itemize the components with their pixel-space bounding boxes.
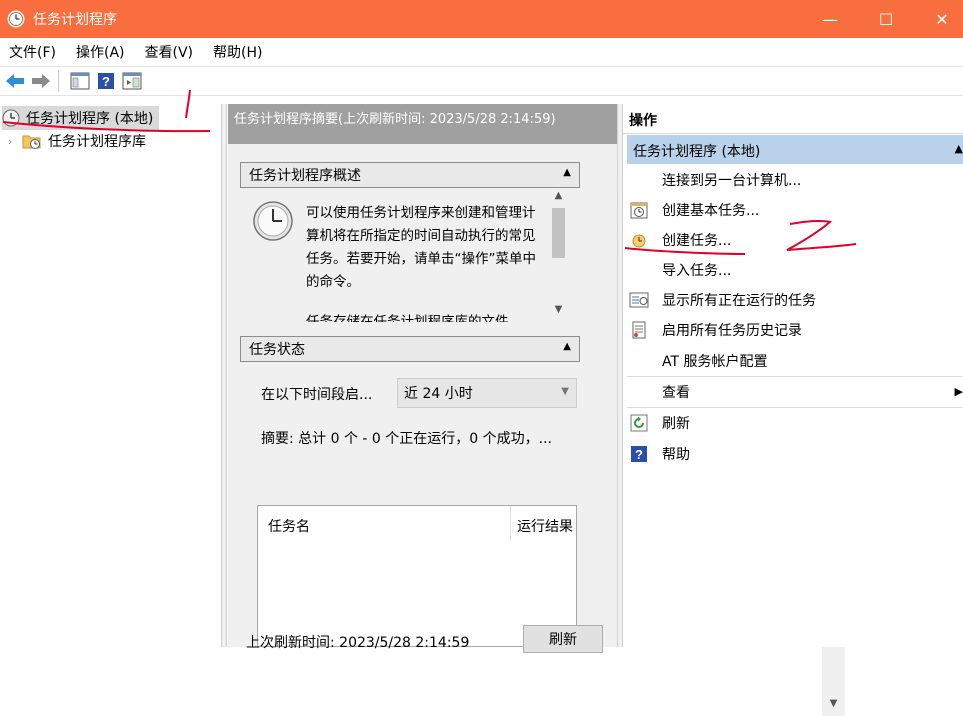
action-label: 帮助 bbox=[662, 446, 690, 463]
tree-item-label: 任务计划程序库 bbox=[48, 134, 146, 150]
summary-header: 任务计划程序摘要(上次刷新时间: 2023/5/28 2:14:59) bbox=[228, 104, 617, 144]
action-create-basic-task[interactable]: 创建基本任务... bbox=[627, 195, 963, 224]
menu-action[interactable]: 操作(A) bbox=[66, 42, 135, 62]
actions-title: 操作 bbox=[623, 104, 963, 134]
action-view[interactable]: 查看 ▶ bbox=[627, 377, 963, 406]
action-pane-icon bbox=[122, 72, 142, 90]
overview-section-header[interactable]: 任务计划程序概述 ▲ bbox=[240, 162, 580, 188]
column-header-task-name[interactable]: 任务名 bbox=[268, 516, 310, 536]
action-label: 创建基本任务... bbox=[662, 202, 760, 219]
clock-icon bbox=[7, 10, 25, 28]
tree-item-task-library[interactable]: › 任务计划程序库 bbox=[8, 129, 146, 153]
menu-bar: 文件(F) 操作(A) 查看(V) 帮助(H) bbox=[0, 38, 963, 66]
overview-text: 可以使用任务计划程序来创建和管理计算机将在所指定的时间自动执行的常见任务。若要开… bbox=[306, 205, 536, 290]
console-tree-icon bbox=[70, 72, 90, 90]
action-at-service-config[interactable]: AT 服务帐户配置 bbox=[627, 346, 963, 375]
action-label: 查看 bbox=[662, 384, 690, 401]
collapse-icon[interactable]: ▲ bbox=[955, 142, 963, 155]
group-title: 任务计划程序 (本地) bbox=[633, 144, 761, 160]
menu-view[interactable]: 查看(V) bbox=[135, 42, 204, 62]
action-enable-history[interactable]: 启用所有任务历史记录 bbox=[627, 315, 963, 344]
history-icon bbox=[629, 320, 649, 340]
forward-button[interactable] bbox=[30, 70, 52, 92]
title-bar: 任务计划程序 — ☐ ✕ bbox=[0, 0, 963, 38]
pane-splitter-left[interactable] bbox=[221, 104, 227, 647]
refresh-button[interactable]: 刷新 bbox=[523, 625, 603, 653]
arrow-right-icon bbox=[32, 74, 50, 88]
arrow-left-icon bbox=[6, 74, 24, 88]
scroll-thumb[interactable] bbox=[552, 208, 565, 258]
action-create-task[interactable]: 创建任务... bbox=[627, 225, 963, 254]
action-refresh[interactable]: 刷新 bbox=[627, 408, 963, 437]
action-help[interactable]: ? 帮助 bbox=[627, 439, 963, 468]
status-section: 任务状态 ▲ bbox=[240, 336, 580, 362]
status-section-header[interactable]: 任务状态 ▲ bbox=[240, 336, 580, 362]
column-header-result[interactable]: 运行结果 bbox=[517, 516, 573, 536]
status-summary: 摘要: 总计 0 个 - 0 个正在运行，0 个成功，... bbox=[261, 431, 552, 447]
actions-group-header[interactable]: 任务计划程序 (本地) ▲ bbox=[627, 135, 963, 164]
scroll-down-icon[interactable]: ▼ bbox=[822, 698, 845, 709]
tree-item-label: 任务计划程序 (本地) bbox=[26, 111, 154, 127]
clock-icon bbox=[253, 201, 293, 241]
action-connect-computer[interactable]: 连接到另一台计算机... bbox=[627, 165, 963, 194]
last-refresh-label: 上次刷新时间: 2023/5/28 2:14:59 bbox=[246, 635, 470, 651]
action-label: 显示所有正在运行的任务 bbox=[662, 292, 816, 309]
refresh-icon bbox=[629, 413, 649, 433]
summary-pane: 任务计划程序摘要(上次刷新时间: 2023/5/28 2:14:59) 任务计划… bbox=[228, 104, 845, 716]
create-task-icon bbox=[629, 230, 649, 250]
console-tree: 任务计划程序 (本地) › 任务计划程序库 bbox=[0, 104, 221, 647]
period-label: 在以下时间段启... bbox=[261, 387, 373, 403]
window-title: 任务计划程序 bbox=[33, 12, 117, 28]
collapse-icon[interactable]: ▲ bbox=[563, 341, 571, 352]
toolbar: ? bbox=[0, 66, 963, 96]
scroll-down-icon[interactable]: ▼ bbox=[550, 304, 567, 315]
overview-body: 可以使用任务计划程序来创建和管理计算机将在所指定的时间自动执行的常见任务。若要开… bbox=[240, 188, 580, 322]
action-import-task[interactable]: 导入任务... bbox=[627, 255, 963, 284]
tree-item-task-scheduler-local[interactable]: 任务计划程序 (本地) bbox=[2, 106, 160, 130]
action-label: 创建任务... bbox=[662, 232, 732, 249]
action-label: 启用所有任务历史记录 bbox=[662, 322, 802, 339]
help-toolbar-button[interactable]: ? bbox=[95, 70, 117, 92]
overview-more-text: 任务存储在任务计划程序库的文件 bbox=[306, 314, 509, 322]
submenu-arrow-icon: ▶ bbox=[954, 385, 963, 398]
help-icon: ? bbox=[98, 73, 114, 89]
menu-help[interactable]: 帮助(H) bbox=[203, 42, 272, 62]
maximize-button[interactable]: ☐ bbox=[858, 0, 914, 38]
actions-pane: 操作 任务计划程序 (本地) ▲ 连接到另一台计算机... 创建基本任务... bbox=[623, 104, 963, 647]
period-select[interactable]: 近 24 小时 ▼ bbox=[397, 378, 577, 408]
show-hide-action-pane-button[interactable] bbox=[121, 70, 143, 92]
menu-file[interactable]: 文件(F) bbox=[0, 42, 66, 62]
minimize-button[interactable]: — bbox=[802, 0, 858, 38]
expand-icon[interactable]: › bbox=[8, 135, 22, 148]
close-button[interactable]: ✕ bbox=[914, 0, 963, 38]
action-label: AT 服务帐户配置 bbox=[662, 353, 768, 370]
clock-icon bbox=[2, 109, 20, 127]
chevron-down-icon: ▼ bbox=[561, 386, 569, 397]
action-label: 连接到另一台计算机... bbox=[662, 172, 802, 189]
action-show-running-tasks[interactable]: 显示所有正在运行的任务 bbox=[627, 285, 963, 314]
column-separator[interactable] bbox=[510, 506, 511, 540]
help-icon: ? bbox=[629, 444, 649, 464]
running-tasks-icon bbox=[629, 290, 649, 310]
overview-section: 任务计划程序概述 ▲ bbox=[240, 162, 580, 188]
section-title: 任务计划程序概述 bbox=[249, 168, 361, 184]
action-label: 导入任务... bbox=[662, 262, 732, 279]
period-value: 近 24 小时 bbox=[404, 386, 473, 402]
basic-task-icon bbox=[629, 200, 649, 220]
overview-scrollbar[interactable]: ▲ ▼ bbox=[550, 188, 567, 322]
toolbar-separator bbox=[58, 70, 59, 92]
scroll-up-icon[interactable]: ▲ bbox=[550, 190, 567, 201]
show-hide-tree-button[interactable] bbox=[69, 70, 91, 92]
collapse-icon[interactable]: ▲ bbox=[563, 167, 571, 178]
svg-text:?: ? bbox=[635, 447, 643, 462]
svg-text:?: ? bbox=[102, 74, 110, 89]
folder-clock-icon bbox=[22, 135, 41, 149]
back-button[interactable] bbox=[4, 70, 26, 92]
section-title: 任务状态 bbox=[249, 342, 305, 358]
action-label: 刷新 bbox=[662, 415, 690, 432]
